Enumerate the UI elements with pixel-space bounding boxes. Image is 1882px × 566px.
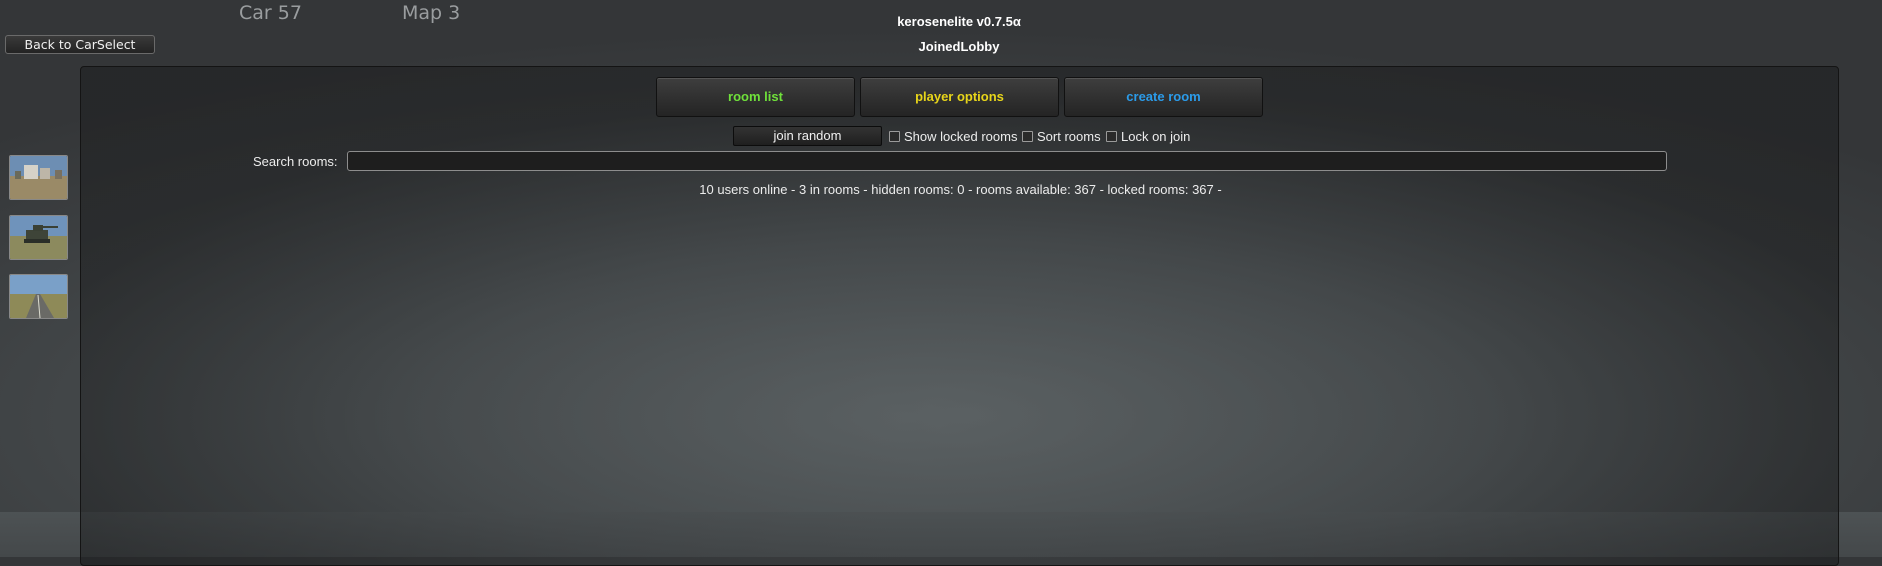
show-locked-rooms-label: Show locked rooms [904, 129, 1018, 144]
lobby-stats: 10 users online - 3 in rooms - hidden ro… [699, 182, 1222, 197]
map-thumbnail-tank[interactable] [9, 215, 68, 260]
search-rooms-input[interactable] [347, 151, 1667, 171]
show-locked-rooms-checkbox[interactable]: Show locked rooms [889, 129, 1017, 144]
map-thumbnail-farm[interactable] [9, 155, 68, 200]
lobby-status: JoinedLobby [918, 39, 1000, 54]
lobby-panel: room list player options create room joi… [80, 66, 1839, 566]
checkbox-box[interactable] [1022, 131, 1033, 142]
tab-player-options[interactable]: player options [860, 77, 1059, 117]
sort-rooms-label: Sort rooms [1037, 129, 1101, 144]
lock-on-join-label: Lock on join [1121, 129, 1191, 144]
back-to-carselect-button[interactable]: Back to CarSelect [5, 35, 155, 54]
checkbox-box[interactable] [1106, 131, 1117, 142]
search-rooms-label: Search rooms: [253, 154, 338, 169]
tab-room-list[interactable]: room list [656, 77, 855, 117]
sort-rooms-checkbox[interactable]: Sort rooms [1022, 129, 1101, 144]
tab-create-room[interactable]: create room [1064, 77, 1263, 117]
map-thumbnail-road[interactable] [9, 274, 68, 319]
join-random-button[interactable]: join random [733, 126, 882, 146]
checkbox-box[interactable] [889, 131, 900, 142]
app-title: kerosenelite v0.7.5α [897, 14, 1021, 29]
lock-on-join-checkbox[interactable]: Lock on join [1106, 129, 1190, 144]
